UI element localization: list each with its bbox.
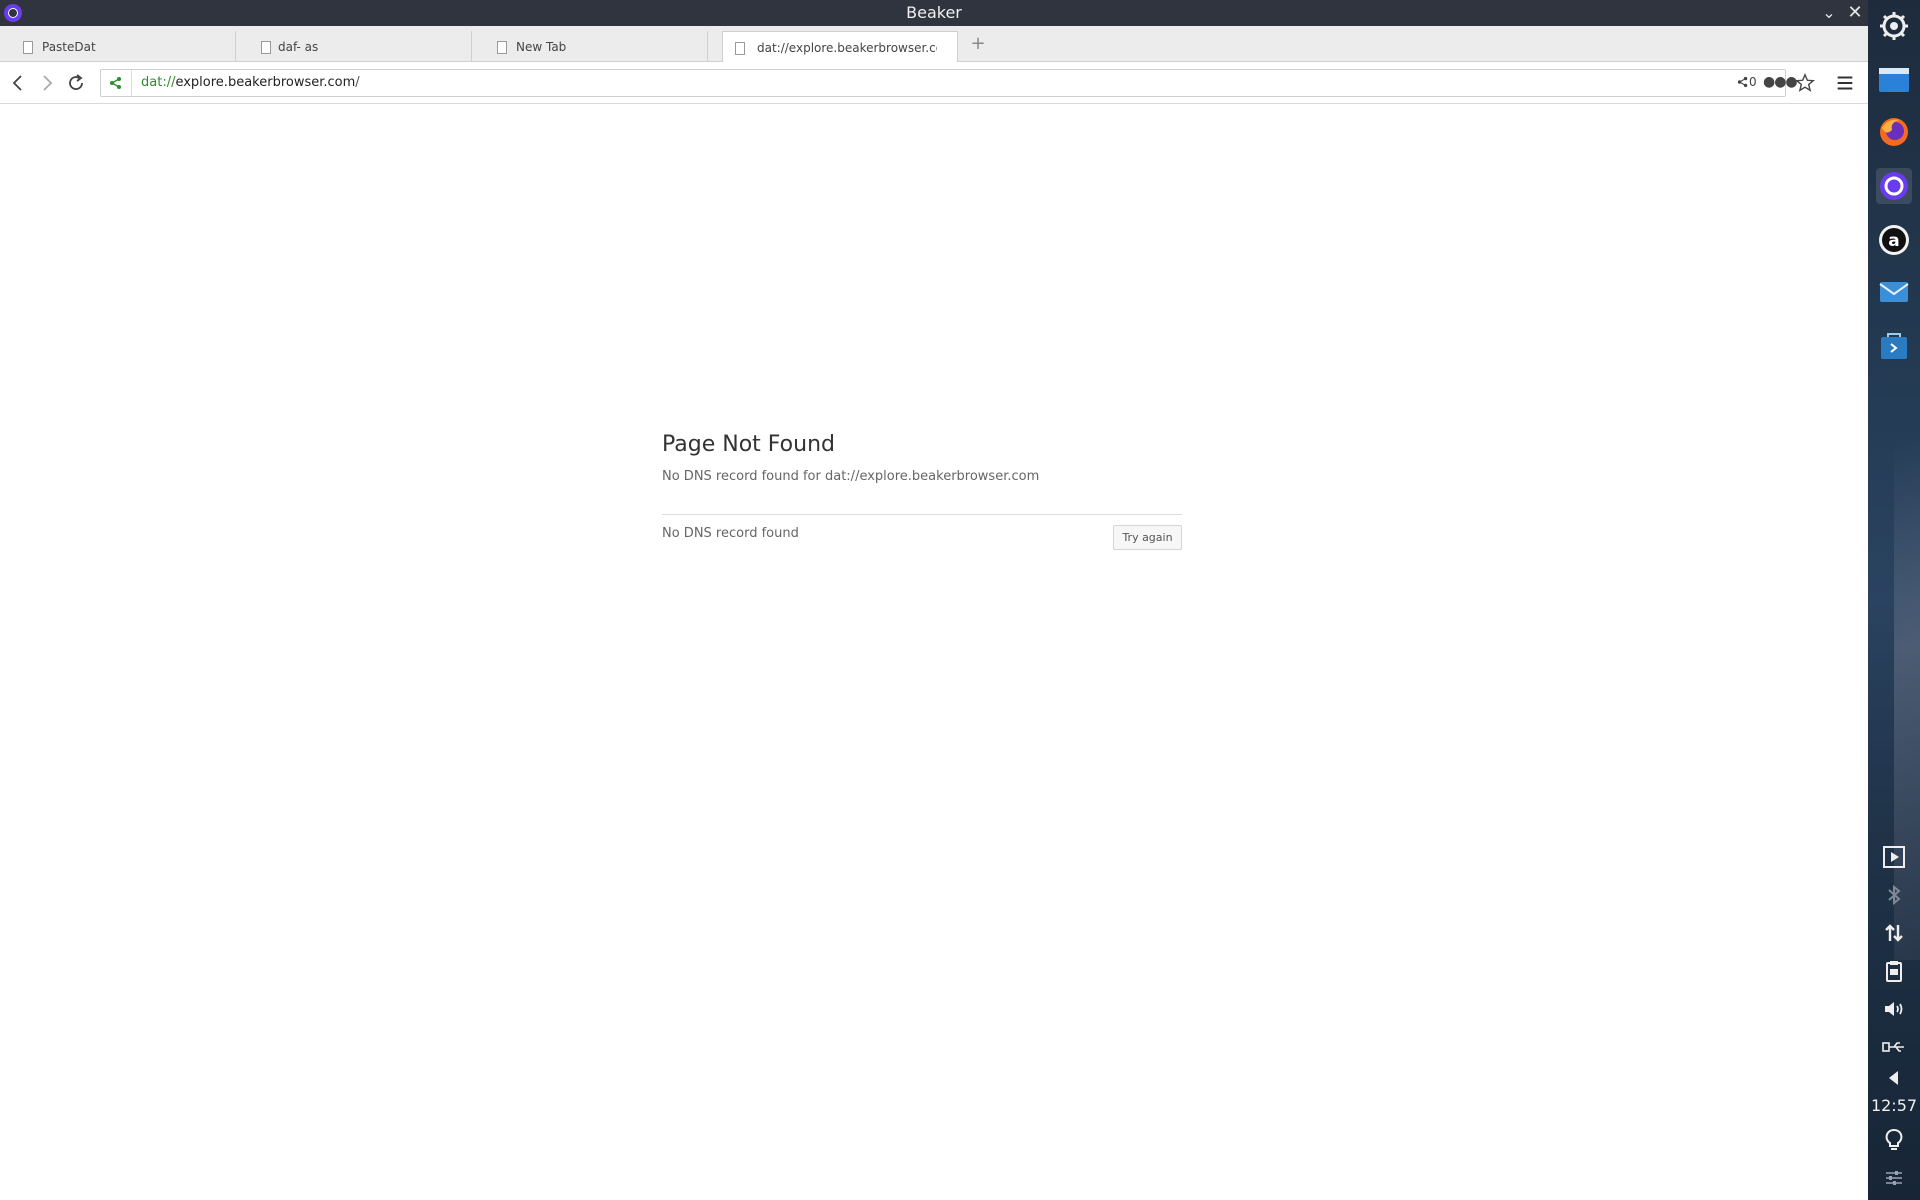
share-icon <box>1737 76 1748 88</box>
tab-label: New Tab <box>516 40 567 54</box>
chevron-right-icon <box>43 75 53 91</box>
browser-menu-button[interactable] <box>1834 72 1856 94</box>
mail-icon[interactable] <box>1876 274 1912 310</box>
svg-text:a: a <box>1888 231 1899 251</box>
peer-count: 0 <box>1749 75 1757 89</box>
reload-icon <box>69 74 83 90</box>
close-icon[interactable]: ✕ <box>1844 2 1866 24</box>
tab-explore-beaker[interactable]: dat://explore.beakerbrowser.com <box>722 31 958 63</box>
hamburger-menu-icon <box>1837 76 1853 90</box>
window-title: Beaker <box>906 3 962 22</box>
settings-icon[interactable] <box>1876 8 1912 44</box>
lightbulb-icon[interactable] <box>1882 1128 1906 1152</box>
volume-icon[interactable] <box>1882 997 1906 1021</box>
page-icon <box>497 41 507 54</box>
page-icon <box>735 42 745 55</box>
sliders-icon[interactable] <box>1882 1166 1906 1190</box>
minimize-icon[interactable]: ⌄ <box>1818 2 1840 24</box>
chevron-left-icon <box>12 75 22 91</box>
tab-new-tab[interactable]: New Tab <box>472 31 708 62</box>
error-footer: No DNS record found Try again <box>662 515 1182 555</box>
url-divider <box>131 70 132 96</box>
store-icon[interactable] <box>1876 328 1912 364</box>
page-content: Page Not Found No DNS record found for d… <box>0 104 1868 1200</box>
clock-time[interactable]: 12:57 <box>1868 1096 1920 1115</box>
bookmark-button[interactable] <box>1794 72 1816 94</box>
tab-daf-as[interactable]: daf- as <box>236 31 472 62</box>
firefox-icon[interactable] <box>1876 114 1912 150</box>
desktop-dock: a 12:57 <box>1868 0 1920 1200</box>
share-network-icon[interactable] <box>109 76 123 90</box>
back-button[interactable] <box>6 71 30 95</box>
title-bar: Beaker ⌄ ✕ <box>0 0 1868 26</box>
url-path: / <box>355 75 360 90</box>
nav-bar: dat://explore.beakerbrowser.com/ 0 ●●● <box>0 62 1868 104</box>
error-panel: Page Not Found No DNS record found for d… <box>662 432 1182 555</box>
reload-button[interactable] <box>64 71 88 95</box>
error-reason: No DNS record found <box>662 526 799 541</box>
forward-button[interactable] <box>35 71 59 95</box>
tab-label: dat://explore.beakerbrowser.com <box>757 41 937 55</box>
back-arrow-icon[interactable] <box>1882 1066 1906 1090</box>
new-tab-button[interactable]: + <box>968 34 988 54</box>
usb-icon[interactable] <box>1882 1035 1906 1059</box>
tab-pastedat[interactable]: PasteDat <box>0 31 236 62</box>
error-description: No DNS record found for dat://explore.be… <box>662 469 1040 484</box>
url-text[interactable]: dat://explore.beakerbrowser.com/ <box>141 75 360 90</box>
beaker-icon[interactable] <box>1876 168 1912 204</box>
tab-label: PasteDat <box>42 40 96 54</box>
media-icon[interactable] <box>1882 845 1906 869</box>
error-title: Page Not Found <box>662 432 835 457</box>
url-host: explore.beakerbrowser.com <box>175 75 356 90</box>
peers-indicator[interactable]: 0 <box>1737 75 1757 89</box>
star-icon <box>1794 73 1816 92</box>
tab-strip: PasteDat daf- as New Tab dat://explore.b… <box>0 26 1868 63</box>
tab-label: daf- as <box>278 40 319 54</box>
page-icon <box>261 41 271 54</box>
url-bar[interactable]: dat://explore.beakerbrowser.com/ 0 ●●● <box>100 69 1798 97</box>
url-scheme: dat:// <box>141 75 176 90</box>
page-icon <box>23 41 33 54</box>
network-icon[interactable] <box>1882 921 1906 945</box>
more-options-icon[interactable]: ●●● <box>1763 74 1798 90</box>
clipboard-icon[interactable] <box>1882 959 1906 983</box>
amazon-icon[interactable]: a <box>1876 222 1912 258</box>
bluetooth-icon[interactable] <box>1882 883 1906 907</box>
file-manager-icon[interactable] <box>1876 62 1912 98</box>
try-again-button[interactable]: Try again <box>1113 525 1182 550</box>
